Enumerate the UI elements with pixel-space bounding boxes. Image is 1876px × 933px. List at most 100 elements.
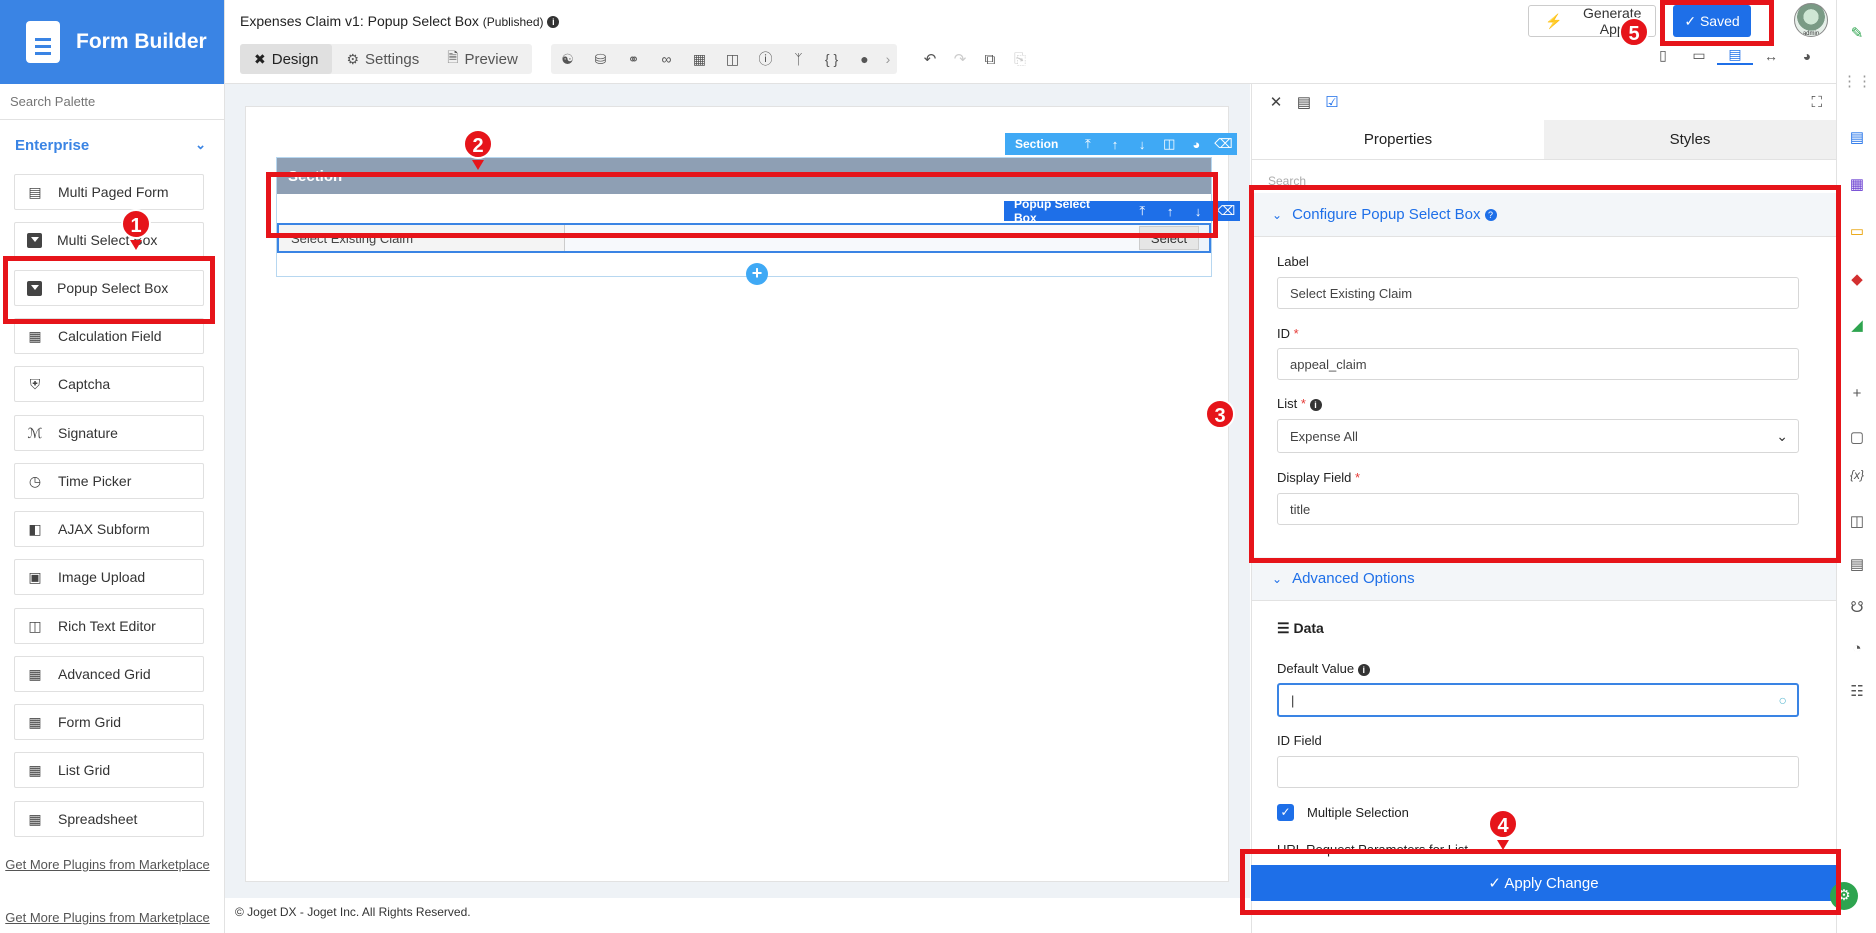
mobile-icon[interactable]: ▯ [1645,47,1681,64]
palette-item-multi-select-box[interactable]: Multi Select Box [14,222,204,258]
variable-icon[interactable]: {x} [1837,468,1876,482]
move-top-icon[interactable]: ⤒ [1074,136,1101,152]
settings-fab-icon[interactable]: ⚙ [1830,882,1858,910]
multiple-selection-checkbox[interactable]: ✓ [1277,804,1294,821]
chevron-right-icon[interactable]: › [881,51,895,67]
tab-design[interactable]: ✖ Design [240,44,333,74]
palette-item-time-picker[interactable]: ◷ Time Picker [14,463,204,499]
popup-select-box-element[interactable]: Select Existing Claim Select [277,223,1211,253]
avatar[interactable]: admin [1794,3,1828,37]
branch-icon[interactable]: ᛉ [782,51,815,67]
palette-item-signature[interactable]: ℳ Signature [14,415,204,451]
apply-change-button[interactable]: ✓ Apply Change [1251,865,1836,901]
move-up-icon[interactable]: ↑ [1101,137,1128,152]
app-title: Form Builder [76,30,207,53]
save-icon[interactable]: ▤ [1290,93,1318,111]
edit-icon[interactable]: ✎ [1837,24,1876,42]
default-value-input[interactable]: | ○ [1277,683,1799,717]
palette-item-label: Spreadsheet [58,811,138,827]
configure-section-header[interactable]: ⌄ Configure Popup Select Box ? [1252,193,1836,237]
undo-icon[interactable]: ↶ [915,50,945,68]
tab-styles[interactable]: Styles [1544,120,1836,160]
userview-icon[interactable]: ▭ [1837,222,1876,240]
palette-item-label: Advanced Grid [58,666,151,682]
document-icon[interactable]: ▤ [1837,555,1876,573]
move-top-icon[interactable]: ⤒ [1128,203,1156,219]
lock-icon[interactable]: ⚭ [617,51,650,68]
tree-icon[interactable]: ☯ [551,51,584,68]
id-input[interactable]: appeal_claim [1277,348,1799,380]
popup-field-value[interactable] [565,225,1139,251]
plugin-icon[interactable]: ☋ [1837,598,1876,616]
advanced-options-header[interactable]: ⌄ Advanced Options [1252,557,1836,601]
popup-select-button[interactable]: Select [1139,226,1199,250]
laptop-icon[interactable]: ▤ [1717,46,1753,65]
tablet-icon[interactable]: ▭ [1681,47,1717,64]
marketplace-link-2[interactable]: Get More Plugins from Marketplace [0,909,215,927]
tab-properties[interactable]: Properties [1252,120,1544,160]
code-icon[interactable]: { } [815,51,848,67]
palette-item-ajax-subform[interactable]: ◧ AJAX Subform [14,511,204,547]
info-icon[interactable]: i [1357,663,1370,676]
marketplace-link[interactable]: Get More Plugins from Marketplace [0,856,215,874]
paste-icon[interactable]: ⎘ [1005,51,1035,68]
password-manager-icon[interactable]: ○ [1779,692,1787,708]
palette-item-popup-select-box[interactable]: Popup Select Box [14,270,204,306]
palette-item-advanced-grid[interactable]: ▦ Advanced Grid [14,656,204,692]
form-icon[interactable]: ▤ [1837,128,1876,146]
help-icon[interactable]: ? [1484,208,1497,221]
drag-handle-icon[interactable]: ⋮⋮ [1837,72,1876,90]
list-select[interactable]: Expense All ⌄ [1277,419,1799,453]
tab-preview[interactable]: 🗎 Preview [433,44,532,74]
id-field-input[interactable] [1277,756,1799,788]
palette-item-image-upload[interactable]: ▣ Image Upload [14,559,204,595]
binoculars-icon[interactable]: ∞ [650,51,683,67]
columns-icon[interactable]: ◫ [1156,136,1183,152]
process-icon[interactable]: ◆ [1837,270,1876,288]
palette-item-form-grid[interactable]: ▦ Form Grid [14,704,204,740]
palette-search-input[interactable] [10,94,224,109]
translate-icon[interactable]: ◫ [716,51,749,68]
move-up-icon[interactable]: ↑ [1156,204,1184,219]
move-down-icon[interactable]: ↓ [1129,137,1156,152]
help-icon[interactable]: ⓘ [749,49,782,69]
table-icon[interactable]: ▦ [683,51,716,68]
clipboard-icon[interactable]: ☷ [1837,682,1876,700]
redo-icon[interactable]: ↷ [945,50,975,68]
palette-item-captcha[interactable]: ⛨ Captcha [14,366,204,402]
palette-item-multi-paged-form[interactable]: ▤ Multi Paged Form [14,174,204,210]
close-icon[interactable]: ✕ [1262,93,1290,111]
style-icon[interactable]: ◕ [1183,137,1210,152]
note-icon[interactable]: ▢ [1837,428,1876,446]
datalist-icon[interactable]: ▦ [1837,175,1876,193]
palette-icon[interactable]: ◕ [1789,48,1825,64]
delete-icon[interactable]: ⌫ [1212,203,1240,219]
expand-icon[interactable]: ⛶ [1811,94,1822,111]
gauge-icon[interactable]: ◔ [1837,640,1876,657]
properties-search[interactable]: Search [1252,160,1836,188]
palette-item-spreadsheet[interactable]: ▦ Spreadsheet [14,801,204,837]
tab-settings[interactable]: ⚙ Settings [332,44,433,74]
checkbox-icon[interactable]: ☑ [1318,93,1346,111]
info-icon[interactable]: i [547,16,560,29]
export-icon[interactable]: ⛁ [584,51,617,68]
label-input[interactable]: Select Existing Claim [1277,277,1799,309]
paint-bucket-icon[interactable]: ◢ [1837,316,1876,334]
palette-item-rich-text-editor[interactable]: ◫ Rich Text Editor [14,608,204,644]
info-icon[interactable]: i [1309,398,1322,411]
camera-icon[interactable]: ● [848,51,881,67]
palette-item-calculation-field[interactable]: ▦ Calculation Field [14,318,204,354]
display-field-input[interactable]: title [1277,493,1799,525]
plus-icon[interactable]: + [1837,385,1876,402]
palette-category-enterprise[interactable]: Enterprise ⌄ [0,120,224,170]
palette-search[interactable] [0,84,224,120]
saved-button[interactable]: ✓ Saved [1673,5,1751,37]
move-down-icon[interactable]: ↓ [1184,204,1212,219]
expand-width-icon[interactable]: ↔ [1753,48,1789,64]
add-element-icon[interactable]: + [746,263,768,285]
palette-item-list-grid[interactable]: ▦ List Grid [14,752,204,788]
copy-icon[interactable]: ⧉ [975,51,1005,68]
shield-icon: ⛨ [29,375,41,392]
translate-icon[interactable]: ◫ [1837,512,1876,530]
delete-icon[interactable]: ⌫ [1210,136,1237,152]
